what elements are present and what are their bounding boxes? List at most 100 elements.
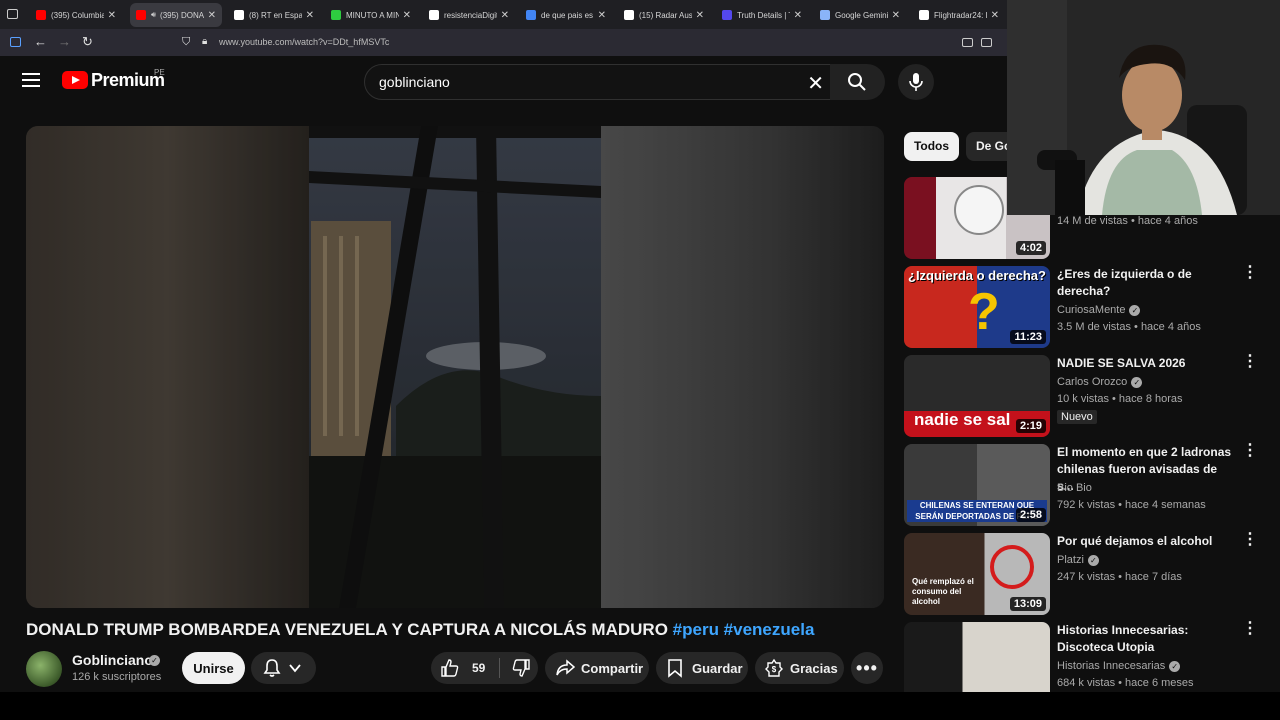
tab-close-icon[interactable]: ✕ <box>598 10 606 21</box>
clear-search-icon[interactable]: ✕ <box>807 71 824 96</box>
tab-close-icon[interactable]: ✕ <box>501 10 509 21</box>
video-title[interactable]: NADIE SE SALVA 2026 <box>1057 355 1232 372</box>
video-title[interactable]: Historias Innecesarias: Discoteca Utopia <box>1057 622 1232 656</box>
channel-name-text[interactable]: Platzi <box>1057 554 1084 566</box>
browser-tab[interactable]: Flightradar24: Liv ✕ <box>913 3 1005 27</box>
tab-close-icon[interactable]: ✕ <box>208 10 216 21</box>
channel-name[interactable]: Bio Bio <box>1057 482 1092 494</box>
tab-close-icon[interactable]: ✕ <box>306 10 314 21</box>
filter-chip-all[interactable]: Todos <box>904 132 959 161</box>
channel-name-text[interactable]: Historias Innecesarias <box>1057 660 1165 672</box>
video-title[interactable]: Por qué dejamos el alcohol <box>1057 533 1232 550</box>
more-vert-icon[interactable]: ⋮ <box>1242 621 1258 637</box>
tab-title: Truth Details | Tr <box>737 10 790 20</box>
browser-tab[interactable]: (15) Radar Austra ✕ <box>618 3 710 27</box>
verified-icon: ✓ <box>1129 304 1141 316</box>
save-button[interactable]: Guardar <box>656 652 748 684</box>
tab-list-icon[interactable] <box>7 9 18 19</box>
browser-tab[interactable]: Google Gemini ✕ <box>814 3 906 27</box>
logo-region: PE <box>154 68 165 77</box>
like-dislike-group: 59 <box>431 652 538 684</box>
video-title: DONALD TRUMP BOMBARDEA VENEZUELA Y CAPTU… <box>26 620 814 640</box>
recommendation-item[interactable]: nadie se sal 2:19 NADIE SE SALVA 2026 Ca… <box>904 354 1280 437</box>
search-input[interactable]: goblinciano ✕ <box>364 64 841 100</box>
more-vert-icon[interactable]: ⋮ <box>1242 532 1258 548</box>
youtube-logo-icon[interactable] <box>62 71 88 89</box>
video-thumbnail[interactable]: nadie se sal 2:19 <box>904 355 1050 437</box>
tab-favicon-icon <box>234 10 244 20</box>
back-icon[interactable]: ← <box>34 34 47 50</box>
recommendation-item[interactable]: CHILENAS SE ENTERAN QUE SERÁN DEPORTADAS… <box>904 443 1280 526</box>
video-player[interactable] <box>26 126 884 608</box>
browser-tab[interactable]: (8) RT en Españo ✕ <box>228 3 320 27</box>
browser-tab[interactable]: 🔊︎ (395) DONAL ✕ <box>130 3 222 27</box>
channel-name[interactable]: CuriosaMente ✓ <box>1057 304 1141 316</box>
share-button[interactable]: Compartir <box>545 652 649 684</box>
recommendation-item[interactable]: Qué remplazó el consumo del alcohol 13:0… <box>904 532 1280 615</box>
video-title[interactable]: ¿Eres de izquierda o de derecha? <box>1057 266 1232 300</box>
browser-tab[interactable]: resistenciaDigita ✕ <box>423 3 515 27</box>
video-thumbnail[interactable]: ¿Izquierda o derecha? ? 11:23 <box>904 266 1050 348</box>
tab-title: (8) RT en Españo <box>249 10 302 20</box>
thanks-button[interactable]: $ Gracias <box>755 652 844 684</box>
channel-name[interactable]: Goblinciano <box>72 652 153 668</box>
verified-icon: ✓ <box>1087 554 1099 566</box>
recommendation-item[interactable]: ¿Izquierda o derecha? ? 11:23 ¿Eres de i… <box>904 265 1280 348</box>
channel-name-text[interactable]: Carlos Orozco <box>1057 376 1127 388</box>
channel-avatar[interactable] <box>26 651 62 687</box>
search-value[interactable]: goblinciano <box>379 74 450 90</box>
channel-name-text[interactable]: CuriosaMente <box>1057 304 1125 316</box>
video-thumbnail[interactable]: Qué remplazó el consumo del alcohol 13:0… <box>904 533 1050 615</box>
tab-close-icon[interactable]: ✕ <box>892 10 900 21</box>
tab-close-icon[interactable]: ✕ <box>794 10 802 21</box>
tab-favicon-icon <box>331 10 341 20</box>
tab-favicon-icon <box>820 10 830 20</box>
more-horizontal-icon: ••• <box>856 658 878 678</box>
video-title-text: DONALD TRUMP BOMBARDEA VENEZUELA Y CAPTU… <box>26 620 668 639</box>
browser-tab[interactable]: Truth Details | Tr ✕ <box>716 3 808 27</box>
speaker-icon[interactable]: 🔊︎ <box>151 10 156 20</box>
shield-icon[interactable]: ⛉ <box>182 34 190 50</box>
thanks-label: Gracias <box>790 660 838 676</box>
url-text[interactable]: www.youtube.com/watch?v=DDt_hfMSVTc <box>219 37 389 47</box>
more-vert-icon[interactable]: ⋮ <box>1242 265 1258 281</box>
thumbnail-figure <box>954 185 1004 235</box>
sidebar-toggle-icon[interactable] <box>10 37 21 47</box>
like-icon[interactable] <box>440 658 460 678</box>
voice-search-button[interactable] <box>898 64 934 100</box>
more-vert-icon[interactable]: ⋮ <box>1242 354 1258 370</box>
channel-name-text[interactable]: Bio Bio <box>1057 482 1092 494</box>
browser-tab[interactable]: MINUTO A MINU ✕ <box>325 3 417 27</box>
video-thumbnail[interactable]: CHILENAS SE ENTERAN QUE SERÁN DEPORTADAS… <box>904 444 1050 526</box>
forward-icon[interactable]: → <box>58 34 71 50</box>
channel-name[interactable]: Platzi ✓ <box>1057 554 1099 566</box>
browser-tab[interactable]: de que pais es + ✕ <box>520 3 612 27</box>
microphone-icon <box>909 73 923 91</box>
share-label: Compartir <box>581 660 644 676</box>
more-actions-button[interactable]: ••• <box>851 652 883 684</box>
video-hashtags[interactable]: #peru #venezuela <box>673 620 815 639</box>
picture-in-picture-icon[interactable] <box>981 38 992 47</box>
notifications-button[interactable] <box>251 652 316 684</box>
reload-icon[interactable]: ↻ <box>82 34 93 50</box>
browser-tab[interactable]: (395) Columbia Y ✕ <box>30 3 122 27</box>
more-vert-icon[interactable]: ⋮ <box>1242 443 1258 459</box>
tab-close-icon[interactable]: ✕ <box>108 10 116 21</box>
tab-close-icon[interactable]: ✕ <box>696 10 704 21</box>
join-button[interactable]: Unirse <box>182 652 245 684</box>
new-badge: Nuevo <box>1057 410 1097 424</box>
video-meta: 3.5 M de vistas • hace 4 años <box>1057 321 1201 333</box>
tab-title: Flightradar24: Liv <box>934 10 987 20</box>
channel-name[interactable]: Carlos Orozco ✓ <box>1057 376 1143 388</box>
super-thanks-icon: $ <box>765 658 783 677</box>
tab-favicon-icon <box>526 10 536 20</box>
reader-view-icon[interactable] <box>962 38 973 47</box>
tab-close-icon[interactable]: ✕ <box>403 10 411 21</box>
dislike-icon[interactable] <box>511 658 531 678</box>
search-button[interactable] <box>830 64 885 100</box>
tab-favicon-icon <box>624 10 634 20</box>
hamburger-menu-icon[interactable] <box>22 73 40 87</box>
like-count[interactable]: 59 <box>472 661 485 675</box>
tab-close-icon[interactable]: ✕ <box>991 10 999 21</box>
channel-name[interactable]: Historias Innecesarias ✓ <box>1057 660 1181 672</box>
